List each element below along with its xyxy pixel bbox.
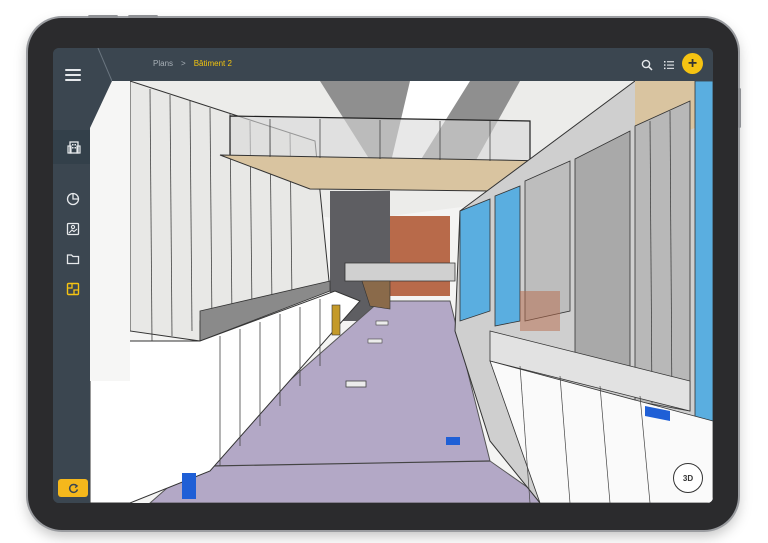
list-button[interactable] [660,56,678,74]
sidebar-item-building[interactable] [53,130,94,164]
breadcrumb-root[interactable]: Plans [153,59,173,68]
app-screen: Plans > Bâtiment 2 + 3D [53,48,713,503]
sidebar-divider [90,48,112,128]
3d-viewport[interactable]: 3D [90,81,713,503]
volume-button [128,15,158,18]
power-button [88,15,118,18]
pie-chart-icon [66,192,80,206]
floorplan-icon [66,282,80,296]
sidebar-item-stats[interactable] [62,188,84,210]
breadcrumb: Plans > Bâtiment 2 [153,59,232,68]
top-bar: Plans > Bâtiment 2 + [94,48,713,81]
building-model-render [90,81,713,503]
folder-icon [66,254,80,265]
sidebar-item-folder[interactable] [62,248,84,270]
view-3d-label: 3D [682,473,694,483]
sidebar-item-plans[interactable] [62,278,84,300]
image-icon [66,222,80,236]
breadcrumb-current[interactable]: Bâtiment 2 [194,59,232,68]
list-icon [664,61,674,70]
side-button [738,88,741,128]
breadcrumb-separator: > [181,59,186,68]
building-icon [66,141,81,154]
search-button[interactable] [638,56,656,74]
sidebar [53,48,94,503]
add-icon: + [687,54,698,72]
search-icon [641,59,653,71]
menu-button[interactable] [61,66,85,84]
tablet-frame: Plans > Bâtiment 2 + 3D [28,15,741,530]
sidebar-item-photo[interactable] [62,218,84,240]
refresh-icon [68,483,78,493]
refresh-button[interactable] [58,479,88,497]
add-button[interactable]: + [682,53,703,74]
view-3d-button[interactable]: 3D [673,463,703,493]
